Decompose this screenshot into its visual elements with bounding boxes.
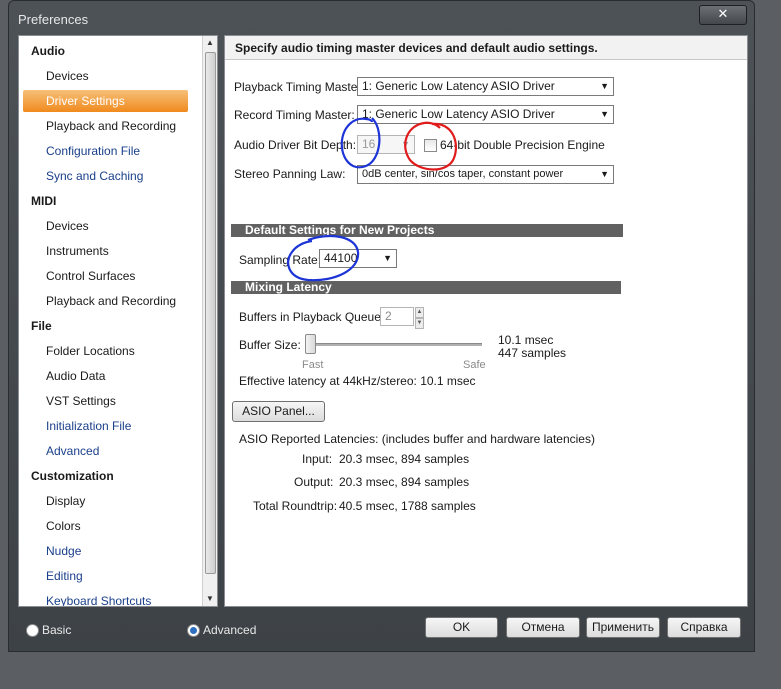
basic-radio[interactable] xyxy=(26,624,39,637)
stepper-up-icon[interactable]: ▲ xyxy=(415,307,424,318)
asio-panel-button[interactable]: ASIO Panel... xyxy=(232,401,325,422)
tree-item-control-surfaces[interactable]: Control Surfaces xyxy=(19,265,135,287)
tree-category-midi[interactable]: MIDI xyxy=(19,190,56,212)
chevron-down-icon: ▼ xyxy=(383,253,392,263)
tree-item-advanced[interactable]: Advanced xyxy=(19,440,99,462)
slider-safe-label: Safe xyxy=(463,359,486,371)
chevron-down-icon: ▼ xyxy=(600,81,609,91)
playback-master-select[interactable]: 1: Generic Low Latency ASIO Driver ▼ xyxy=(357,77,614,96)
playback-master-label: Playback Timing Master: xyxy=(234,80,365,94)
output-latency-label: Output: xyxy=(294,475,334,489)
tree-item-audio-playback-recording[interactable]: Playback and Recording xyxy=(19,115,176,137)
tree-item-folder-locations[interactable]: Folder Locations xyxy=(19,340,135,362)
tree-item-audio-devices[interactable]: Devices xyxy=(19,65,89,87)
tree-item-initialization-file[interactable]: Initialization File xyxy=(19,415,131,437)
advanced-radio[interactable] xyxy=(187,624,200,637)
tree-item-audio-data[interactable]: Audio Data xyxy=(19,365,105,387)
scroll-thumb[interactable] xyxy=(205,52,216,574)
buffer-size-slider-thumb[interactable] xyxy=(305,334,316,354)
buffer-size-msec: 10.1 msec xyxy=(498,333,554,347)
record-master-label: Record Timing Master: xyxy=(234,108,355,122)
driver-settings-pane: Specify audio timing master devices and … xyxy=(224,35,748,607)
title-bar: Preferences ✕ xyxy=(9,1,754,33)
tree-category-file[interactable]: File xyxy=(19,315,52,337)
tree-item-driver-settings[interactable]: Driver Settings xyxy=(23,90,188,112)
playback-master-value: 1: Generic Low Latency ASIO Driver xyxy=(362,79,555,93)
roundtrip-latency-label: Total Roundtrip: xyxy=(253,499,338,513)
close-button[interactable]: ✕ xyxy=(699,5,747,25)
record-master-value: 1: Generic Low Latency ASIO Driver xyxy=(362,107,555,121)
roundtrip-latency-value: 40.5 msec, 1788 samples xyxy=(339,499,476,513)
effective-latency-text: Effective latency at 44kHz/stereo: 10.1 … xyxy=(239,374,476,388)
tree-item-editing[interactable]: Editing xyxy=(19,565,83,587)
slider-fast-label: Fast xyxy=(302,359,324,371)
apply-button[interactable]: Применить xyxy=(586,617,660,638)
preferences-window: Preferences ✕ Audio Devices Driver Setti… xyxy=(8,0,755,652)
close-icon: ✕ xyxy=(717,6,729,21)
stepper-down-icon[interactable]: ▼ xyxy=(415,318,424,329)
panning-law-value: 0dB center, sin/cos taper, constant powe… xyxy=(362,168,564,180)
tree-item-sync-caching[interactable]: Sync and Caching xyxy=(19,165,143,187)
buffers-queue-input[interactable]: 2 xyxy=(380,307,414,326)
output-latency-value: 20.3 msec, 894 samples xyxy=(339,475,470,489)
tree-item-colors[interactable]: Colors xyxy=(19,515,81,537)
chevron-down-icon: ▼ xyxy=(600,109,609,119)
window-title: Preferences xyxy=(18,12,89,27)
tree-item-vst-settings[interactable]: VST Settings xyxy=(19,390,116,412)
tree-item-keyboard-shortcuts[interactable]: Keyboard Shortcuts xyxy=(19,590,151,606)
defaults-section-header: Default Settings for New Projects xyxy=(231,224,623,237)
chevron-down-icon: ▼ xyxy=(401,139,410,149)
tree-item-display[interactable]: Display xyxy=(19,490,85,512)
tree-item-configuration-file[interactable]: Configuration File xyxy=(19,140,140,162)
sampling-rate-select[interactable]: 44100 ▼ xyxy=(319,249,397,268)
tree-category-audio[interactable]: Audio xyxy=(19,40,65,62)
input-latency-label: Input: xyxy=(302,452,333,466)
help-button[interactable]: Справка xyxy=(667,617,741,638)
scroll-up-icon[interactable]: ▲ xyxy=(203,36,217,50)
bit-depth-value: 16 xyxy=(362,137,376,151)
precision-engine-text: Double Precision Engine xyxy=(473,138,605,152)
ok-button[interactable]: OK xyxy=(425,617,498,638)
double-precision-label: 64-bit Double Precision Engine xyxy=(440,138,605,152)
category-tree: Audio Devices Driver Settings Playback a… xyxy=(18,35,218,607)
tree-item-midi-devices[interactable]: Devices xyxy=(19,215,89,237)
tree-item-instruments[interactable]: Instruments xyxy=(19,240,109,262)
cancel-button[interactable]: Отмена xyxy=(506,617,580,638)
sampling-rate-label: Sampling Rate: xyxy=(239,253,322,267)
buffers-queue-label: Buffers in Playback Queue: xyxy=(239,310,385,324)
pane-description: Specify audio timing master devices and … xyxy=(225,36,747,60)
tree-category-customization[interactable]: Customization xyxy=(19,465,114,487)
panning-law-select[interactable]: 0dB center, sin/cos taper, constant powe… xyxy=(357,165,614,184)
sampling-rate-value: 44100 xyxy=(324,251,358,265)
dialog-footer: Basic Advanced OK Отмена Применить Справ… xyxy=(18,609,746,643)
double-precision-checkbox[interactable] xyxy=(424,139,437,152)
input-latency-value: 20.3 msec, 894 samples xyxy=(339,452,470,466)
tree-scrollbar[interactable]: ▲ ▼ xyxy=(202,36,217,606)
precision-64bit-text: 64-bit xyxy=(440,138,471,152)
buffer-size-label: Buffer Size: xyxy=(239,338,301,352)
bit-depth-label: Audio Driver Bit Depth: xyxy=(234,138,357,152)
record-master-select[interactable]: 1: Generic Low Latency ASIO Driver ▼ xyxy=(357,105,614,124)
bit-depth-select[interactable]: 16 ▼ xyxy=(357,135,415,154)
buffers-queue-stepper[interactable]: ▲ ▼ xyxy=(415,307,424,329)
buffer-size-samples: 447 samples xyxy=(498,346,567,360)
dialog-client: Audio Devices Driver Settings Playback a… xyxy=(18,35,748,607)
buffer-size-track[interactable] xyxy=(307,343,482,346)
advanced-radio-label: Advanced xyxy=(203,623,257,637)
panning-law-label: Stereo Panning Law: xyxy=(234,167,346,181)
scroll-down-icon[interactable]: ▼ xyxy=(203,592,217,606)
chevron-down-icon: ▼ xyxy=(600,169,609,179)
tree-item-nudge[interactable]: Nudge xyxy=(19,540,81,562)
tree-item-midi-playback-recording[interactable]: Playback and Recording xyxy=(19,290,176,312)
mixing-latency-section-header: Mixing Latency xyxy=(231,281,621,294)
asio-reported-latencies-heading: ASIO Reported Latencies: (includes buffe… xyxy=(239,432,595,446)
basic-radio-label: Basic xyxy=(42,623,72,637)
